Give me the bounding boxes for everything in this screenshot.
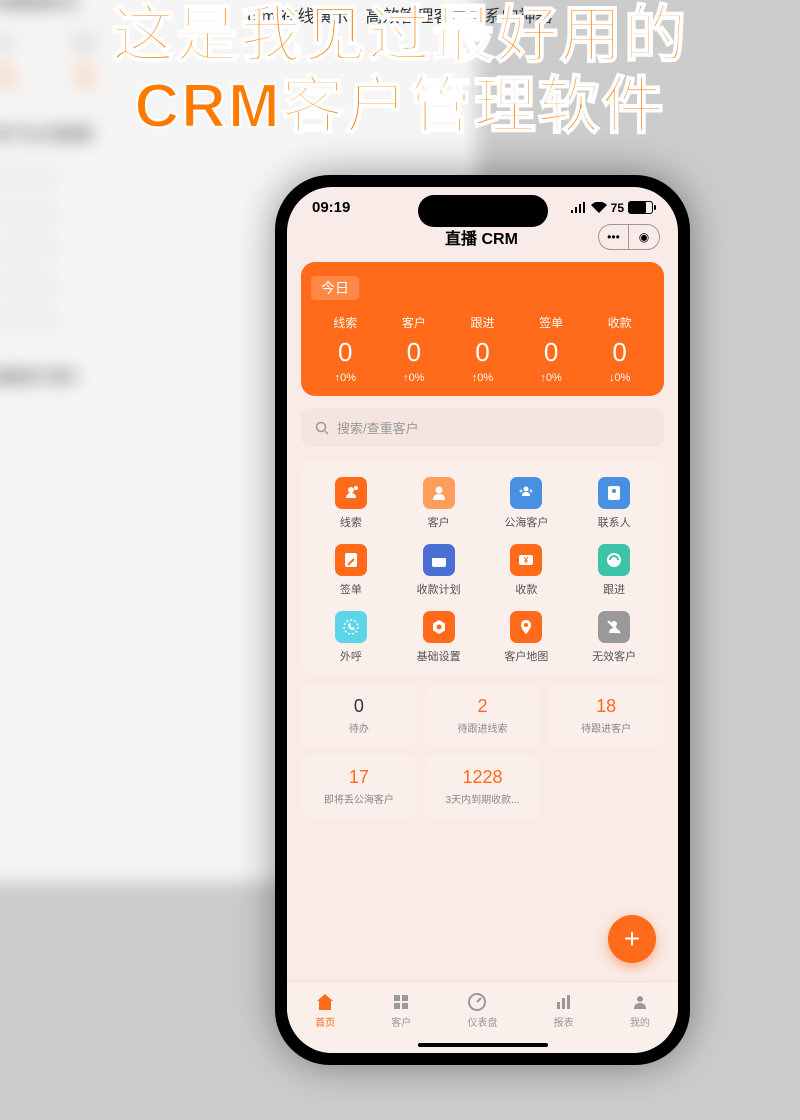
tab-2[interactable]: 仪表盘 xyxy=(467,992,497,1029)
pay-icon: ¥ xyxy=(510,544,542,576)
sign-icon xyxy=(335,544,367,576)
summary-card[interactable]: 12283天内到期收款... xyxy=(425,755,541,818)
menu-item-pub[interactable]: 公海客户 xyxy=(485,477,569,530)
follow-icon xyxy=(598,544,630,576)
fab-add-button[interactable]: + xyxy=(608,915,656,963)
summary-card[interactable]: 18待跟进客户 xyxy=(548,684,664,747)
tab-icon xyxy=(315,992,335,1012)
today-stat[interactable]: 签单0↑0% xyxy=(539,314,563,384)
phone-frame: 09:19 75 直播 CRM ••• ◉ 今日 线索0↑0%客户0↑0%跟进0… xyxy=(275,175,690,1065)
tab-icon xyxy=(467,992,497,1012)
menu-item-call[interactable]: 外呼 xyxy=(309,611,393,664)
menu-item-pay[interactable]: ¥收款 xyxy=(485,544,569,597)
today-label: 今日 xyxy=(311,276,359,300)
tab-4[interactable]: 我的 xyxy=(630,992,650,1029)
menu-item-lead[interactable]: 线索 xyxy=(309,477,393,530)
menu-item-follow[interactable]: 跟进 xyxy=(572,544,656,597)
summary-card[interactable]: 0待办 xyxy=(301,684,417,747)
plan-icon xyxy=(423,544,455,576)
today-stat[interactable]: 收款0↓0% xyxy=(608,314,632,384)
headline: 这是我见过最好用的 CRM客户管理软件 xyxy=(0,0,800,143)
tab-icon xyxy=(391,992,411,1012)
today-stat[interactable]: 客户0↑0% xyxy=(402,314,426,384)
menu-item-plan[interactable]: 收款计划 xyxy=(397,544,481,597)
today-stat[interactable]: 线索0↑0% xyxy=(333,314,357,384)
tab-icon xyxy=(630,992,650,1012)
cust-icon xyxy=(423,477,455,509)
wifi-icon xyxy=(591,202,607,213)
lead-icon xyxy=(335,477,367,509)
search-placeholder: 搜索/查重客户 xyxy=(337,418,419,437)
menu-item-contact[interactable]: 联系人 xyxy=(572,477,656,530)
status-time: 09:19 xyxy=(312,199,350,216)
map-icon xyxy=(510,611,542,643)
menu-item-map[interactable]: 客户地图 xyxy=(485,611,569,664)
tab-1[interactable]: 客户 xyxy=(391,992,411,1029)
search-input[interactable]: 搜索/查重客户 xyxy=(301,408,664,447)
battery-pct: 75 xyxy=(611,201,624,215)
setting-icon xyxy=(423,611,455,643)
menu-item-cust[interactable]: 客户 xyxy=(397,477,481,530)
call-icon xyxy=(335,611,367,643)
contact-icon xyxy=(598,477,630,509)
battery-icon xyxy=(628,201,653,214)
home-indicator xyxy=(418,1043,548,1047)
summary-cards: 0待办2待跟进线索18待跟进客户 17即将丢公海客户12283天内到期收款... xyxy=(301,684,664,818)
menu-item-sign[interactable]: 签单 xyxy=(309,544,393,597)
miniprogram-controls[interactable]: ••• ◉ xyxy=(598,224,660,250)
more-icon[interactable]: ••• xyxy=(599,225,629,249)
signal-icon xyxy=(571,202,587,213)
pub-icon xyxy=(510,477,542,509)
menu-grid: 线索客户公海客户联系人签单收款计划¥收款跟进外呼基础设置客户地图无效客户 xyxy=(301,461,664,674)
tab-icon xyxy=(554,992,574,1012)
svg-text:¥: ¥ xyxy=(524,556,529,565)
invalid-icon xyxy=(598,611,630,643)
app-title: 直播 CRM xyxy=(445,225,518,249)
phone-notch xyxy=(418,195,548,227)
summary-card[interactable]: 17即将丢公海客户 xyxy=(301,755,417,818)
menu-item-setting[interactable]: 基础设置 xyxy=(397,611,481,664)
menu-item-invalid[interactable]: 无效客户 xyxy=(572,611,656,664)
close-icon[interactable]: ◉ xyxy=(629,225,659,249)
tab-3[interactable]: 报表 xyxy=(554,992,574,1029)
tab-0[interactable]: 首页 xyxy=(315,992,335,1029)
search-icon xyxy=(315,421,329,435)
summary-card[interactable]: 2待跟进线索 xyxy=(425,684,541,747)
today-summary-card: 今日 线索0↑0% 客户0↑0% 跟进0↑0% 签单0↑0% 收款0↓0% xyxy=(301,262,664,396)
today-stat[interactable]: 跟进0↑0% xyxy=(470,314,494,384)
